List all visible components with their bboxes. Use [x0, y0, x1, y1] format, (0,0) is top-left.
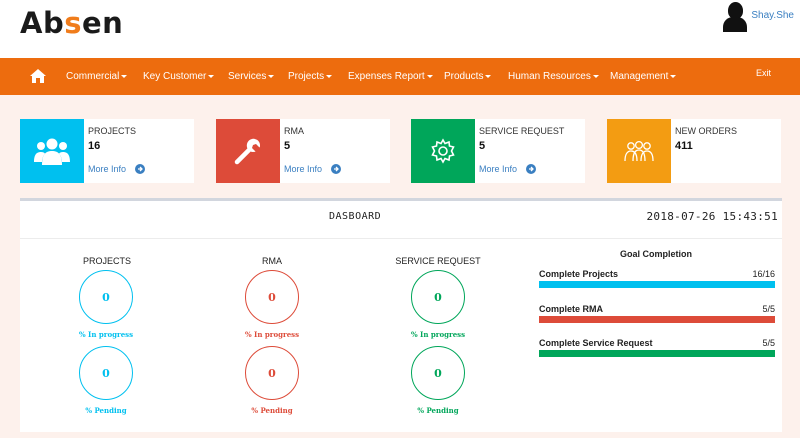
caret-down-icon: [592, 74, 599, 78]
card-value: 411: [675, 140, 693, 152]
caret-down-icon: [426, 74, 433, 78]
rma-in-progress-ring: 0: [245, 270, 299, 324]
goal-progress-fill: [539, 350, 775, 357]
arrow-circle-right-icon: [526, 164, 537, 174]
rma-pending-ring: 0: [245, 346, 299, 400]
caret-down-icon: [208, 74, 215, 78]
nav-item-key-customer[interactable]: Key Customer: [143, 71, 215, 82]
nav-item-expenses-report[interactable]: Expenses Report: [348, 71, 433, 82]
card-service-request: SERVICE REQUEST 5 More Info: [411, 119, 585, 183]
goal-name: Complete Service Request: [539, 338, 653, 348]
projects-in-progress-label: % In progress: [78, 330, 134, 339]
card-value: 5: [479, 140, 486, 152]
rma-column-title: RMA: [262, 256, 282, 266]
card-projects: PROJECTS 16 More Info: [20, 119, 194, 183]
goal-progress-fill: [539, 281, 775, 288]
user-name[interactable]: Shay.She: [751, 10, 794, 21]
arrow-circle-right-icon: [331, 164, 342, 174]
nav-item-commercial[interactable]: Commercial: [66, 71, 128, 82]
team-icon: [607, 119, 671, 183]
more-info-link[interactable]: More Info: [88, 164, 146, 174]
projects-pending-ring: 0: [79, 346, 133, 400]
goal-name: Complete Projects: [539, 269, 619, 279]
more-info-link[interactable]: More Info: [284, 164, 342, 174]
projects-pending-label: % Pending: [85, 406, 127, 415]
caret-down-icon: [268, 74, 275, 78]
caret-down-icon: [485, 74, 492, 78]
service-request-pending-label: % Pending: [417, 406, 459, 415]
rma-pending-label: % Pending: [251, 406, 293, 415]
panel-title: DASBOARD: [329, 211, 382, 222]
goal-progress-bar: [539, 281, 775, 288]
logo[interactable]: Absen: [20, 6, 123, 40]
card-new-orders: NEW ORDERS 411: [607, 119, 781, 183]
goal-name: Complete RMA: [539, 304, 604, 314]
card-label: PROJECTS: [88, 126, 137, 136]
projects-in-progress-ring: 0: [79, 270, 133, 324]
avatar[interactable]: [723, 2, 748, 32]
nav-item-projects[interactable]: Projects: [288, 71, 333, 82]
caret-down-icon: [670, 74, 677, 78]
goal-progress-bar: [539, 316, 775, 323]
projects-column-title: PROJECTS: [82, 256, 131, 266]
card-rma: RMA 5 More Info: [216, 119, 390, 183]
rma-in-progress-label: % In progress: [244, 330, 300, 339]
dashboard-panel: DASBOARD 2018-07-26 15:43:51: [20, 198, 782, 432]
nav-item-products[interactable]: Products: [444, 71, 492, 82]
wrench-icon: [216, 119, 280, 183]
card-value: 16: [88, 140, 101, 152]
goal-count: 5/5: [762, 304, 775, 314]
home-icon[interactable]: [30, 69, 46, 83]
header: Absen Shay.She: [0, 0, 800, 58]
more-info-link[interactable]: More Info: [479, 164, 537, 174]
user-menu[interactable]: Shay.She: [723, 2, 794, 32]
card-label: SERVICE REQUEST: [479, 126, 565, 136]
goal-count: 5/5: [762, 338, 775, 348]
nav-item-services[interactable]: Services: [228, 71, 275, 82]
card-label: NEW ORDERS: [675, 126, 738, 136]
goal-progress-bar: [539, 350, 775, 357]
main-navbar: Commercial Key Customer Services Project…: [0, 58, 800, 95]
card-label: RMA: [284, 126, 304, 136]
nav-item-human-resources[interactable]: Human Resources: [508, 71, 599, 82]
card-value: 5: [284, 140, 291, 152]
service-request-in-progress-ring: 0: [411, 270, 465, 324]
nav-item-management[interactable]: Management: [610, 71, 677, 82]
goal-progress-fill: [539, 316, 775, 323]
service-request-column-title: SERVICE REQUEST: [395, 256, 481, 266]
goal-completion-title: Goal Completion: [620, 249, 692, 259]
panel-datetime: 2018-07-26 15:43:51: [646, 210, 778, 223]
service-request-pending-ring: 0: [411, 346, 465, 400]
service-request-in-progress-label: % In progress: [410, 330, 466, 339]
panel-header: DASBOARD 2018-07-26 15:43:51: [20, 201, 782, 239]
arrow-circle-right-icon: [135, 164, 146, 174]
caret-down-icon: [326, 74, 333, 78]
goal-count: 16/16: [752, 269, 775, 279]
users-icon: [20, 119, 84, 183]
caret-down-icon: [121, 74, 128, 78]
exit-link[interactable]: Exit: [756, 68, 771, 78]
gear-icon: [411, 119, 475, 183]
